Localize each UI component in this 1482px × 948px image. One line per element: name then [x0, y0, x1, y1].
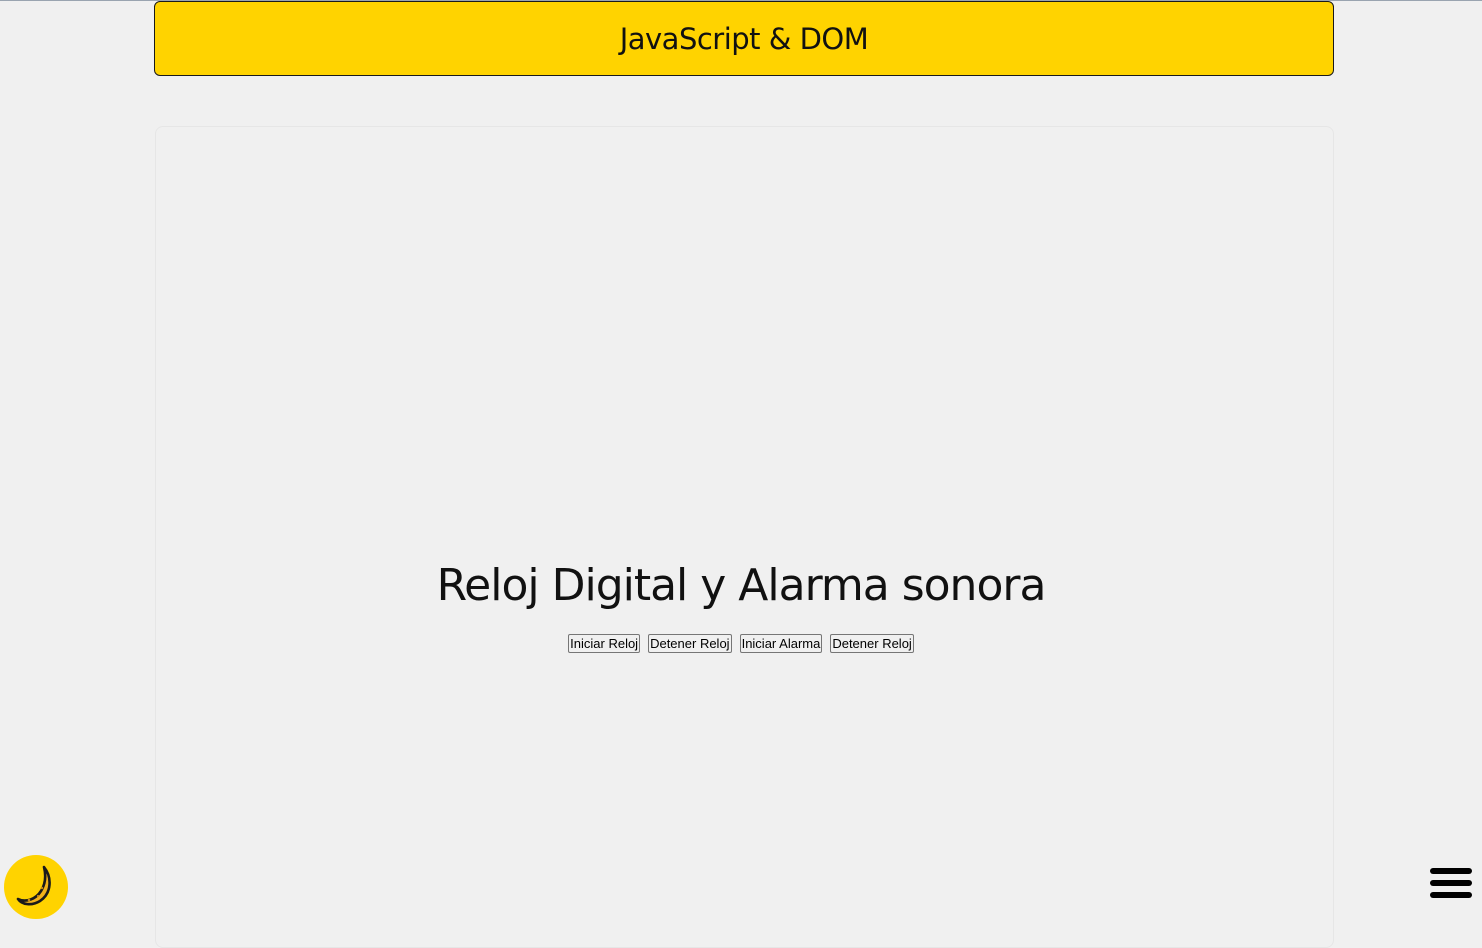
- moon-icon: [16, 865, 51, 906]
- hamburger-menu-icon-bar-1: [1430, 868, 1472, 874]
- hamburger-menu-button[interactable]: [1428, 868, 1474, 906]
- dark-mode-toggle-button[interactable]: [4, 855, 68, 919]
- stop-clock-button[interactable]: Detener Reloj: [648, 634, 732, 653]
- start-alarm-button[interactable]: Iniciar Alarma: [739, 634, 823, 653]
- stop-alarm-button[interactable]: Detener Reloj: [830, 634, 914, 653]
- start-clock-button[interactable]: Iniciar Reloj: [568, 634, 641, 653]
- hamburger-menu-icon-bar-2: [1430, 880, 1472, 886]
- clock-controls: Iniciar Reloj Detener Reloj Iniciar Alar…: [0, 634, 1482, 653]
- page-title: JavaScript & DOM: [619, 21, 869, 56]
- page-header: JavaScript & DOM: [154, 1, 1334, 76]
- content-panel: [155, 126, 1334, 948]
- section-title: Reloj Digital y Alarma sonora: [436, 560, 1047, 611]
- hamburger-menu-icon-bar-3: [1430, 892, 1472, 898]
